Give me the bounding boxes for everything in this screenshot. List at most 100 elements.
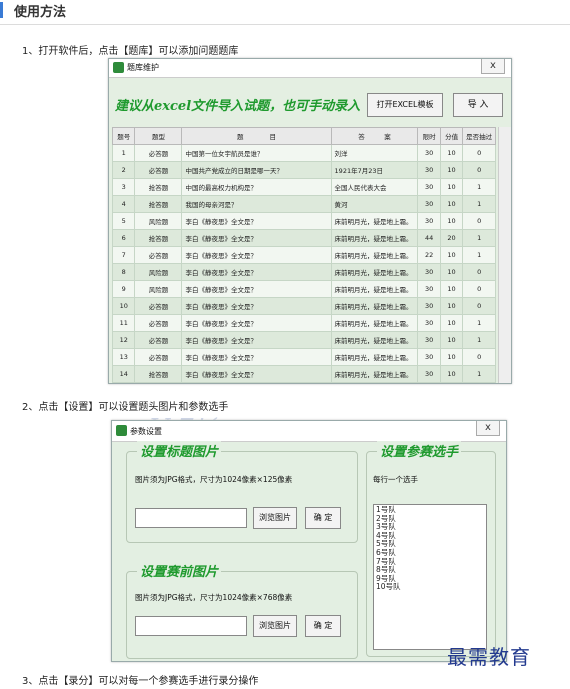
table-cell[interactable]: 9 [111,280,136,298]
column-header[interactable]: 题 目 [181,127,332,145]
table-cell[interactable]: 10 [439,212,464,230]
table-cell[interactable]: 0 [462,280,496,298]
table-row[interactable]: 9 风险题 李白《静夜思》全文是？ 床前明月光，疑是地上霜。 30 10 0 [111,280,496,298]
table-cell[interactable]: 1 [462,229,496,247]
table-cell[interactable]: 30 [417,348,441,366]
table-cell[interactable]: 中国的最高权力机构是？ [181,178,332,196]
confirm-button[interactable]: 确 定 [305,615,341,637]
table-cell[interactable]: 11 [111,314,136,332]
column-header[interactable]: 题型 [134,127,183,145]
players-textarea[interactable]: 1号队 2号队 3号队 4号队 5号队 6号队 7号队 8号队 9号队 10号队 [373,504,487,650]
table-cell[interactable]: 2 [111,161,136,179]
table-cell[interactable]: 30 [417,144,441,162]
title-image-path-input[interactable] [135,508,247,528]
table-cell[interactable]: 10 [439,297,464,315]
table-cell[interactable]: 4 [111,195,136,213]
table-cell[interactable]: 1 [462,314,496,332]
table-cell[interactable]: 0 [462,297,496,315]
table-cell[interactable]: 床前明月光，疑是地上霜。 [330,212,419,230]
table-cell[interactable]: 床前明月光，疑是地上霜。 [330,331,419,349]
column-header[interactable]: 答 案 [330,127,419,145]
table-cell[interactable]: 黄河 [330,195,419,213]
table-cell[interactable]: 10 [439,246,464,264]
column-header[interactable]: 限时 [417,127,441,145]
table-cell[interactable]: 床前明月光，疑是地上霜。 [330,280,419,298]
table-cell[interactable]: 李白《静夜思》全文是？ [181,229,332,247]
table-cell[interactable]: 风险题 [134,263,183,281]
table-cell[interactable]: 13 [111,348,136,366]
table-row[interactable]: 13 必答题 李白《静夜思》全文是？ 床前明月光，疑是地上霜。 30 10 0 [111,348,496,366]
close-button[interactable]: x [481,59,505,74]
table-cell[interactable]: 必答题 [134,314,183,332]
table-cell[interactable]: 30 [417,178,441,196]
table-cell[interactable]: 10 [439,331,464,349]
table-cell[interactable]: 抢答题 [134,229,183,247]
table-cell[interactable]: 10 [439,280,464,298]
table-cell[interactable]: 抢答题 [134,178,183,196]
table-cell[interactable]: 抢答题 [134,195,183,213]
vertical-scrollbar[interactable] [498,127,511,383]
table-cell[interactable]: 1 [462,331,496,349]
table-cell[interactable]: 30 [417,212,441,230]
table-cell[interactable]: 1 [462,365,496,383]
table-cell[interactable]: 5 [111,212,136,230]
table-cell[interactable]: 10 [439,195,464,213]
table-cell[interactable]: 李白《静夜思》全文是？ [181,314,332,332]
close-button[interactable]: x [476,421,500,436]
table-cell[interactable]: 中国第一位女宇航员是谁？ [181,144,332,162]
table-row[interactable]: 4 抢答题 我国的母亲河是？ 黄河 30 10 1 [111,195,496,213]
table-cell[interactable]: 10 [439,178,464,196]
table-cell[interactable]: 12 [111,331,136,349]
table-cell[interactable]: 10 [439,161,464,179]
table-cell[interactable]: 30 [417,297,441,315]
table-cell[interactable]: 床前明月光，疑是地上霜。 [330,246,419,264]
table-cell[interactable]: 床前明月光，疑是地上霜。 [330,263,419,281]
table-cell[interactable]: 李白《静夜思》全文是？ [181,246,332,264]
table-cell[interactable]: 6 [111,229,136,247]
table-cell[interactable]: 30 [417,195,441,213]
table-cell[interactable]: 8 [111,263,136,281]
browse-image-button[interactable]: 浏览图片 [253,615,297,637]
open-excel-template-button[interactable]: 打开EXCEL模板 [367,93,443,117]
table-cell[interactable]: 10 [111,297,136,315]
table-cell[interactable]: 必答题 [134,246,183,264]
table-cell[interactable]: 22 [417,246,441,264]
table-cell[interactable]: 必答题 [134,297,183,315]
table-cell[interactable]: 30 [417,161,441,179]
table-row[interactable]: 8 风险题 李白《静夜思》全文是？ 床前明月光，疑是地上霜。 30 10 0 [111,263,496,281]
table-cell[interactable]: 床前明月光，疑是地上霜。 [330,348,419,366]
table-cell[interactable]: 0 [462,348,496,366]
column-header[interactable]: 题号 [111,127,136,145]
table-row[interactable]: 5 风险题 李白《静夜思》全文是？ 床前明月光，疑是地上霜。 30 10 0 [111,212,496,230]
table-cell[interactable]: 刘洋 [330,144,419,162]
table-cell[interactable]: 0 [462,161,496,179]
table-row[interactable]: 14 抢答题 李白《静夜思》全文是？ 床前明月光，疑是地上霜。 30 10 1 [111,365,496,383]
table-cell[interactable]: 1 [111,144,136,162]
table-cell[interactable]: 李白《静夜思》全文是？ [181,365,332,383]
table-row[interactable]: 3 抢答题 中国的最高权力机构是？ 全国人民代表大会 30 10 1 [111,178,496,196]
table-row[interactable]: 2 必答题 中国共产党成立的日期是哪一天？ 1921年7月23日 30 10 0 [111,161,496,179]
import-button[interactable]: 导 入 [453,93,503,117]
table-cell[interactable]: 必答题 [134,144,183,162]
table-cell[interactable]: 0 [462,212,496,230]
table-cell[interactable]: 3 [111,178,136,196]
table-cell[interactable]: 李白《静夜思》全文是？ [181,263,332,281]
table-row[interactable]: 1 必答题 中国第一位女宇航员是谁？ 刘洋 30 10 0 [111,144,496,162]
table-cell[interactable]: 抢答题 [134,365,183,383]
table-cell[interactable]: 床前明月光，疑是地上霜。 [330,314,419,332]
table-cell[interactable]: 30 [417,365,441,383]
table-cell[interactable]: 床前明月光，疑是地上霜。 [330,229,419,247]
table-cell[interactable]: 中国共产党成立的日期是哪一天？ [181,161,332,179]
table-row[interactable]: 12 必答题 李白《静夜思》全文是？ 床前明月光，疑是地上霜。 30 10 1 [111,331,496,349]
table-cell[interactable]: 10 [439,314,464,332]
table-cell[interactable]: 30 [417,331,441,349]
table-cell[interactable]: 全国人民代表大会 [330,178,419,196]
table-cell[interactable]: 李白《静夜思》全文是？ [181,280,332,298]
table-cell[interactable]: 7 [111,246,136,264]
column-header[interactable]: 分值 [439,127,464,145]
table-cell[interactable]: 30 [417,263,441,281]
table-cell[interactable]: 必答题 [134,348,183,366]
table-cell[interactable]: 10 [439,144,464,162]
table-cell[interactable]: 李白《静夜思》全文是？ [181,348,332,366]
table-cell[interactable]: 10 [439,263,464,281]
